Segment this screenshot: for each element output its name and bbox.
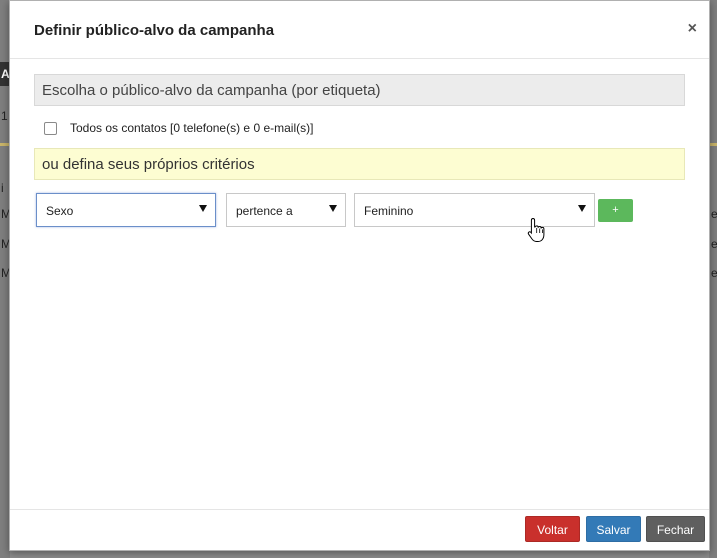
all-contacts-checkbox[interactable] [44,121,57,135]
criteria-field-value: Sexo [46,204,74,218]
background-fragment: i [1,181,4,195]
criteria-value-value: Feminino [364,204,414,218]
save-button[interactable]: Salvar [586,516,641,542]
hand-pointer-icon [527,217,545,242]
close-icon[interactable]: × [688,21,697,37]
modal-header: Definir público-alvo da campanha × [10,1,709,59]
modal-title: Definir público-alvo da campanha [34,22,275,39]
criteria-operator-value: pertence a [236,204,293,218]
caret-down-icon [578,205,586,212]
background-fragment: e [711,266,717,280]
criteria-operator-select[interactable]: pertence a [226,193,346,227]
criteria-field-select[interactable]: Sexo [36,193,216,227]
all-contacts-label: Todos os contatos [0 telefone(s) e 0 e-m… [70,121,314,135]
add-criteria-button[interactable]: + [598,199,633,222]
caret-down-icon [199,205,207,212]
all-contacts-option[interactable]: Todos os contatos [0 telefone(s) e 0 e-m… [44,121,313,135]
custom-criteria-header: ou defina seus próprios critérios [34,148,685,180]
criteria-value-select[interactable]: Feminino [354,193,595,227]
label-section-header: Escolha o público-alvo da campanha (por … [34,74,685,106]
close-button[interactable]: Fechar [646,516,705,542]
caret-down-icon [329,205,337,212]
background-fragment: e [711,207,717,221]
target-audience-modal: Definir público-alvo da campanha × Escol… [9,0,710,551]
background-fragment: e [711,237,717,251]
modal-footer: Voltar Salvar Fechar [10,509,709,550]
back-button[interactable]: Voltar [525,516,580,542]
background-fragment: 1 [1,109,8,123]
background-accent-line [710,143,717,146]
